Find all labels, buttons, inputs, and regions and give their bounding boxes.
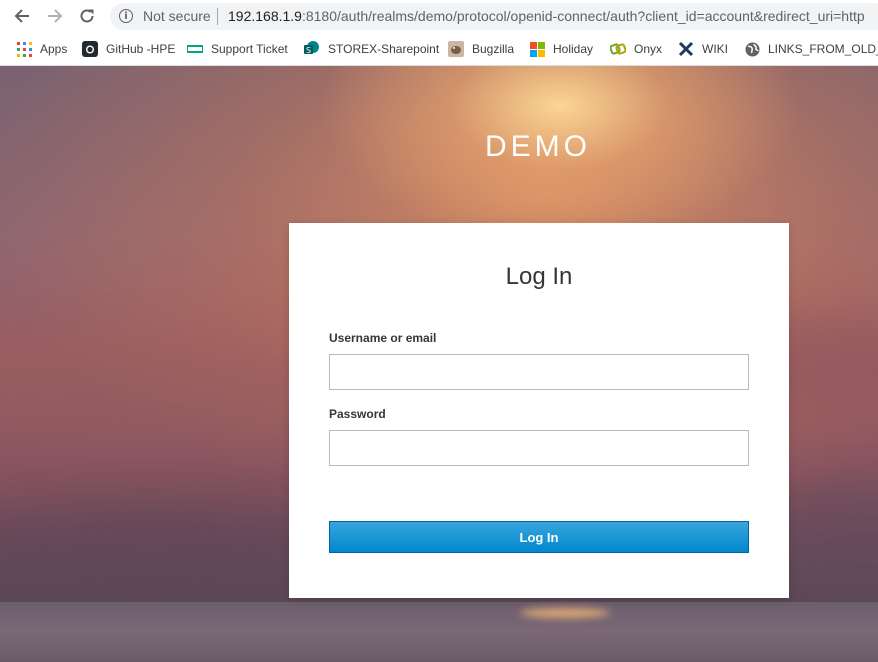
sharepoint-icon: S <box>304 41 320 57</box>
url-text[interactable]: 192.168.1.9:8180/auth/realms/demo/protoc… <box>228 8 865 24</box>
apps-grid-icon <box>16 41 32 57</box>
bugzilla-icon <box>448 41 464 57</box>
omnibox-divider <box>217 8 218 25</box>
bookmarks-bar: Apps GitHub -HPE Support Ticket S STOREX… <box>0 33 878 66</box>
bookmark-label: STOREX-Sharepoint <box>328 42 440 56</box>
bookmark-storex-sharepoint[interactable]: S STOREX-Sharepoint <box>304 40 439 58</box>
security-status: Not secure <box>143 8 211 24</box>
realm-title: DEMO <box>485 130 591 163</box>
bookmark-label: Bugzilla <box>472 42 515 56</box>
globe-icon <box>744 41 760 57</box>
info-icon[interactable]: i <box>119 9 133 23</box>
browser-toolbar: i Not secure 192.168.1.9:8180/auth/realm… <box>0 0 878 33</box>
reload-icon <box>80 9 94 23</box>
svg-text:S: S <box>306 46 311 55</box>
address-bar[interactable]: i Not secure 192.168.1.9:8180/auth/realm… <box>110 3 878 30</box>
github-icon <box>82 41 98 57</box>
password-label: Password <box>329 407 386 421</box>
bookmark-label: Holiday <box>553 42 594 56</box>
username-label: Username or email <box>329 331 437 345</box>
reload-button[interactable] <box>76 5 98 27</box>
bookmark-label: WIKI <box>702 42 728 56</box>
login-page-background: DEMO Log In Username or email Password L… <box>0 66 878 662</box>
sun-reflection <box>520 608 610 618</box>
username-input[interactable] <box>329 354 749 390</box>
bookmark-label: Onyx <box>634 42 663 56</box>
back-button[interactable] <box>11 5 33 27</box>
bookmark-label: Apps <box>40 42 68 56</box>
back-arrow-icon <box>14 9 29 23</box>
wiki-icon <box>678 41 694 57</box>
onyx-icon <box>610 41 626 57</box>
login-button[interactable]: Log In <box>329 521 749 553</box>
bookmark-label: GitHub -HPE <box>106 42 176 56</box>
background-water <box>0 602 878 662</box>
bookmark-holiday[interactable]: Holiday <box>529 40 593 58</box>
url-path: :8180/auth/realms/demo/protocol/openid-c… <box>301 8 865 24</box>
forward-button[interactable] <box>44 5 66 27</box>
bookmark-github[interactable]: GitHub -HPE <box>82 40 175 58</box>
forward-arrow-icon <box>48 9 63 23</box>
bookmark-bugzilla[interactable]: Bugzilla <box>448 40 514 58</box>
windows-icon <box>529 41 545 57</box>
password-input[interactable] <box>329 430 749 466</box>
url-host: 192.168.1.9 <box>228 8 302 24</box>
bookmark-label: Support Ticket <box>211 42 288 56</box>
bookmark-wiki[interactable]: WIKI <box>678 40 728 58</box>
bookmark-label: LINKS_FROM_OLD_... <box>768 42 878 56</box>
bookmark-onyx[interactable]: Onyx <box>610 40 662 58</box>
bookmark-support-ticket[interactable]: Support Ticket <box>187 40 288 58</box>
login-title: Log In <box>505 263 573 290</box>
bookmark-apps[interactable]: Apps <box>16 40 67 58</box>
login-card: Log In Username or email Password Log In <box>289 223 789 598</box>
hpe-icon <box>187 41 203 57</box>
bookmark-links-from-old[interactable]: LINKS_FROM_OLD_... <box>744 40 878 58</box>
